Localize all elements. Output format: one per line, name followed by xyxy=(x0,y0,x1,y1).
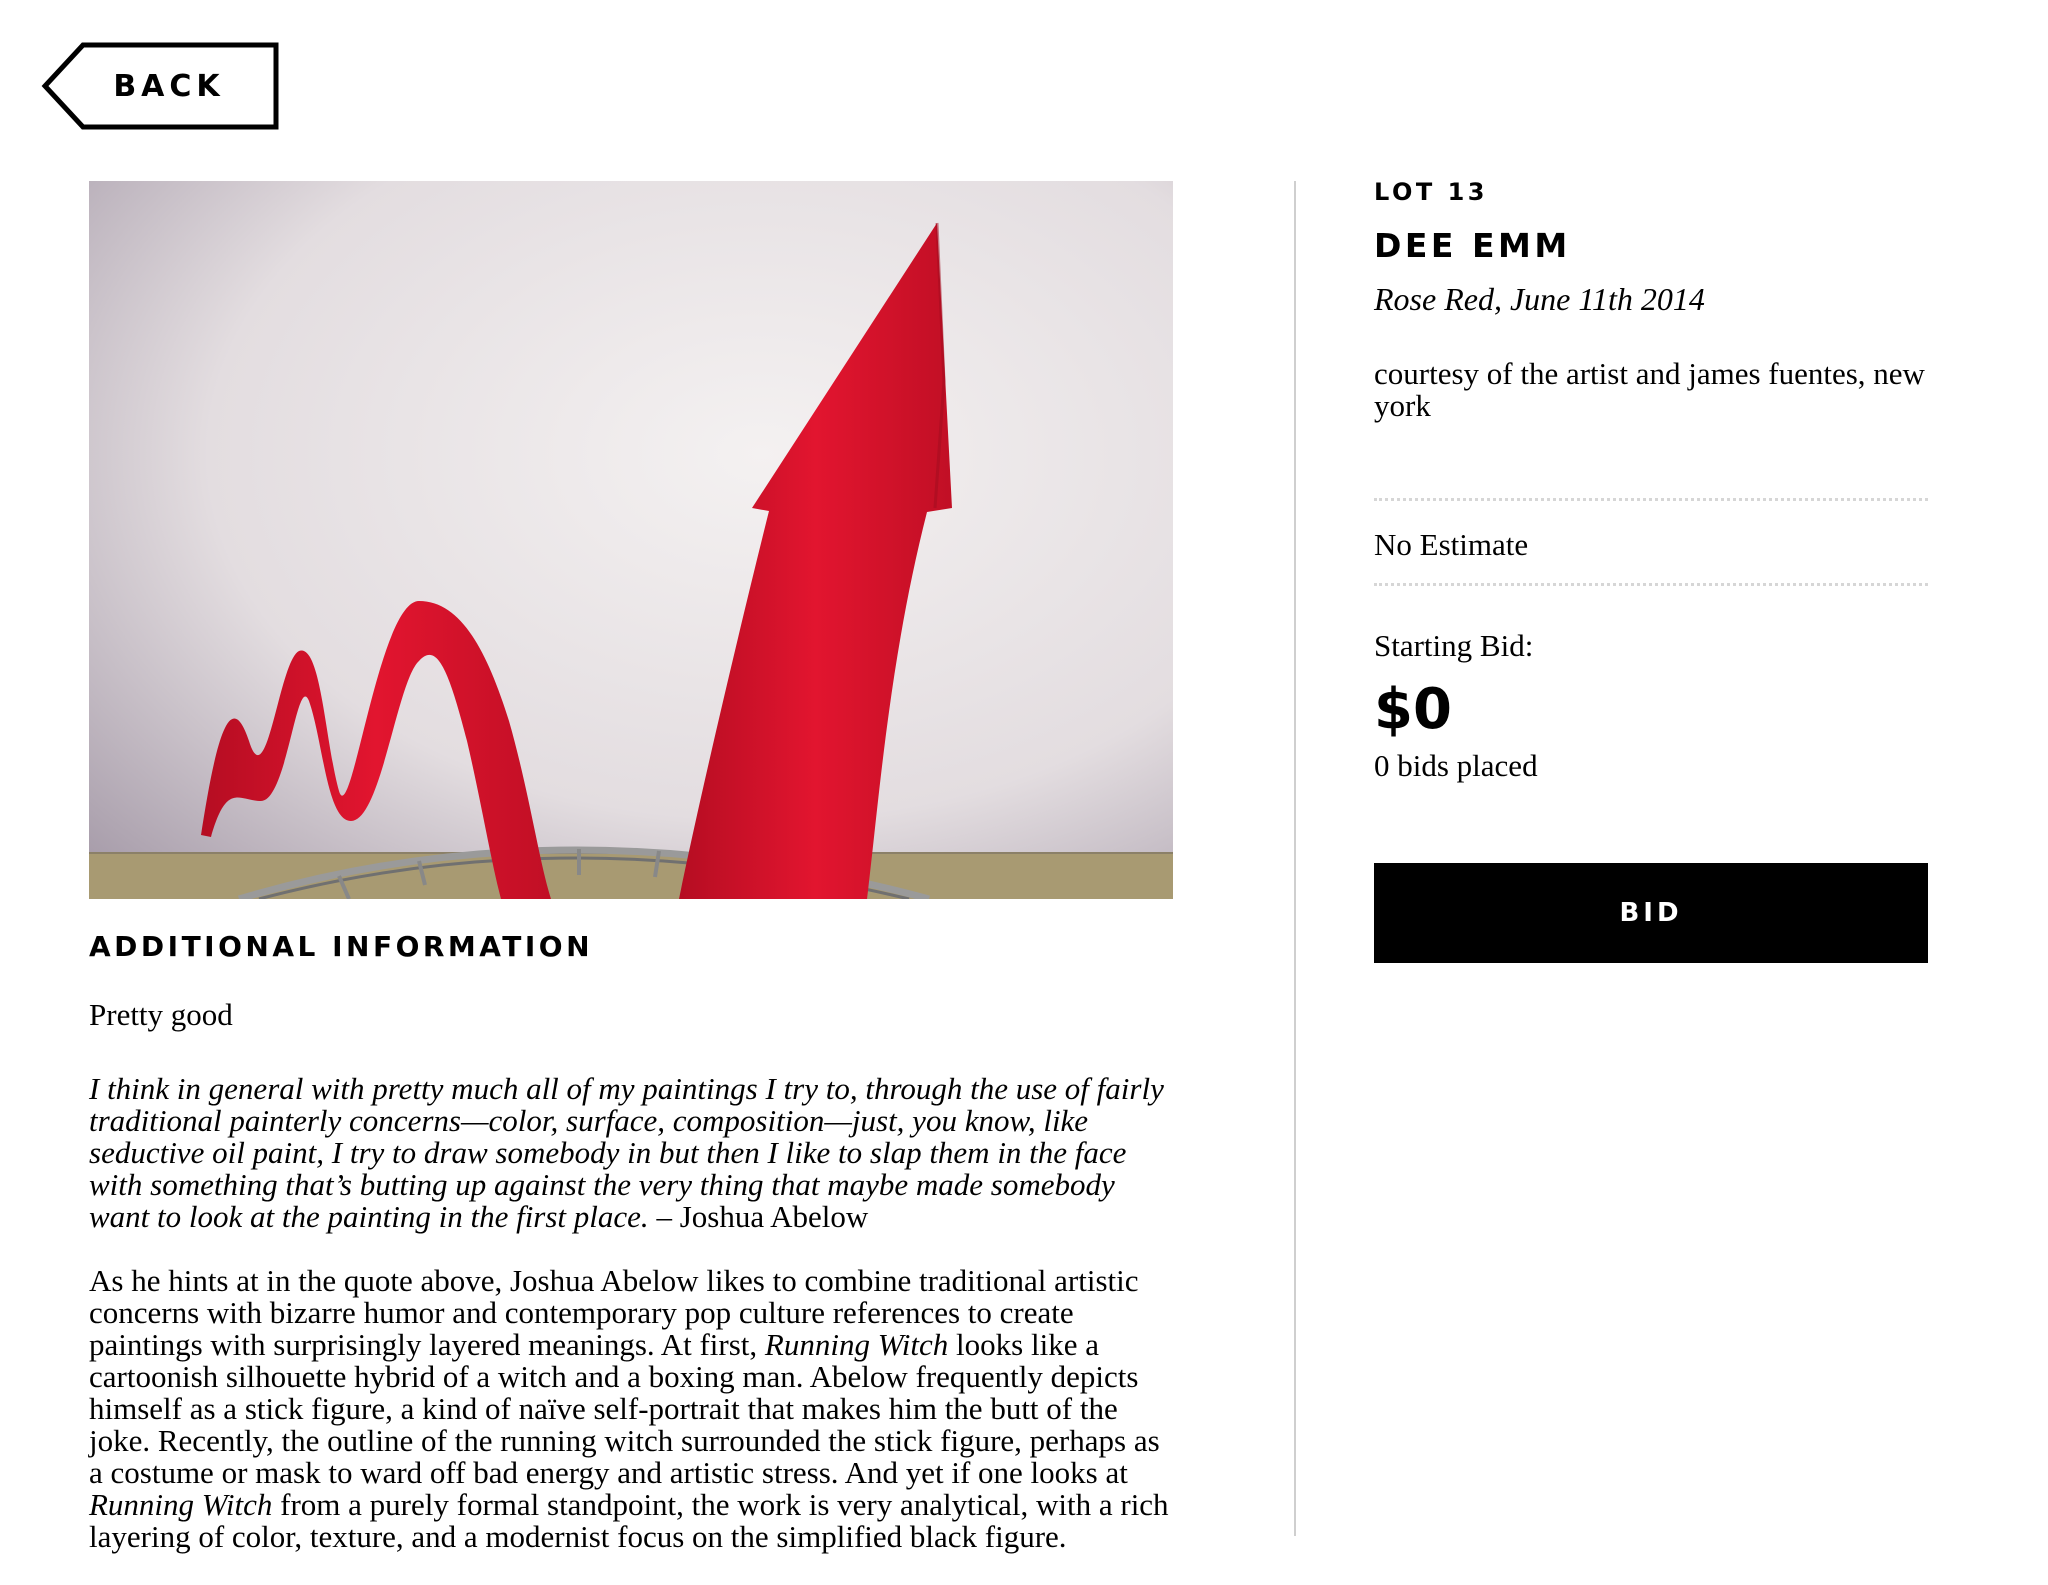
artwork-image xyxy=(89,181,1173,899)
quote-text: I think in general with pretty much all … xyxy=(89,1071,1164,1234)
quote-attribution: – Joshua Abelow xyxy=(648,1199,869,1234)
estimate-bottom-divider xyxy=(1374,583,1928,586)
starting-bid-amount: $0 xyxy=(1374,677,1452,742)
additional-info-heading: ADDITIONAL INFORMATION xyxy=(89,930,594,963)
estimate-text: No Estimate xyxy=(1374,527,1529,562)
bid-button[interactable]: BID xyxy=(1374,863,1928,963)
lot-number: LOT 13 xyxy=(1374,178,1488,206)
description-work-title-2: Running Witch xyxy=(89,1487,273,1522)
artwork-description: As he hints at in the quote above, Joshu… xyxy=(89,1265,1179,1553)
courtesy-text: courtesy of the artist and james fuentes… xyxy=(1374,356,1925,423)
artist-quote: I think in general with pretty much all … xyxy=(89,1073,1179,1233)
description-work-title-1: Running Witch xyxy=(764,1327,949,1362)
back-button[interactable]: BACK xyxy=(40,42,280,130)
lot-details-panel: LOT 13 DEE EMM Rose Red, June 11th 2014 … xyxy=(1374,178,1928,784)
starting-bid-label: Starting Bid: xyxy=(1374,628,1534,663)
artist-name: DEE EMM xyxy=(1374,226,1571,265)
artwork-title: Rose Red, June 11th 2014 xyxy=(1374,281,1705,317)
back-label: BACK xyxy=(113,68,225,104)
info-intro: Pretty good xyxy=(89,997,233,1032)
additional-info-section: ADDITIONAL INFORMATION Pretty good I thi… xyxy=(89,930,1179,1585)
column-divider xyxy=(1294,181,1296,1536)
bids-placed-count: 0 bids placed xyxy=(1374,748,1538,783)
